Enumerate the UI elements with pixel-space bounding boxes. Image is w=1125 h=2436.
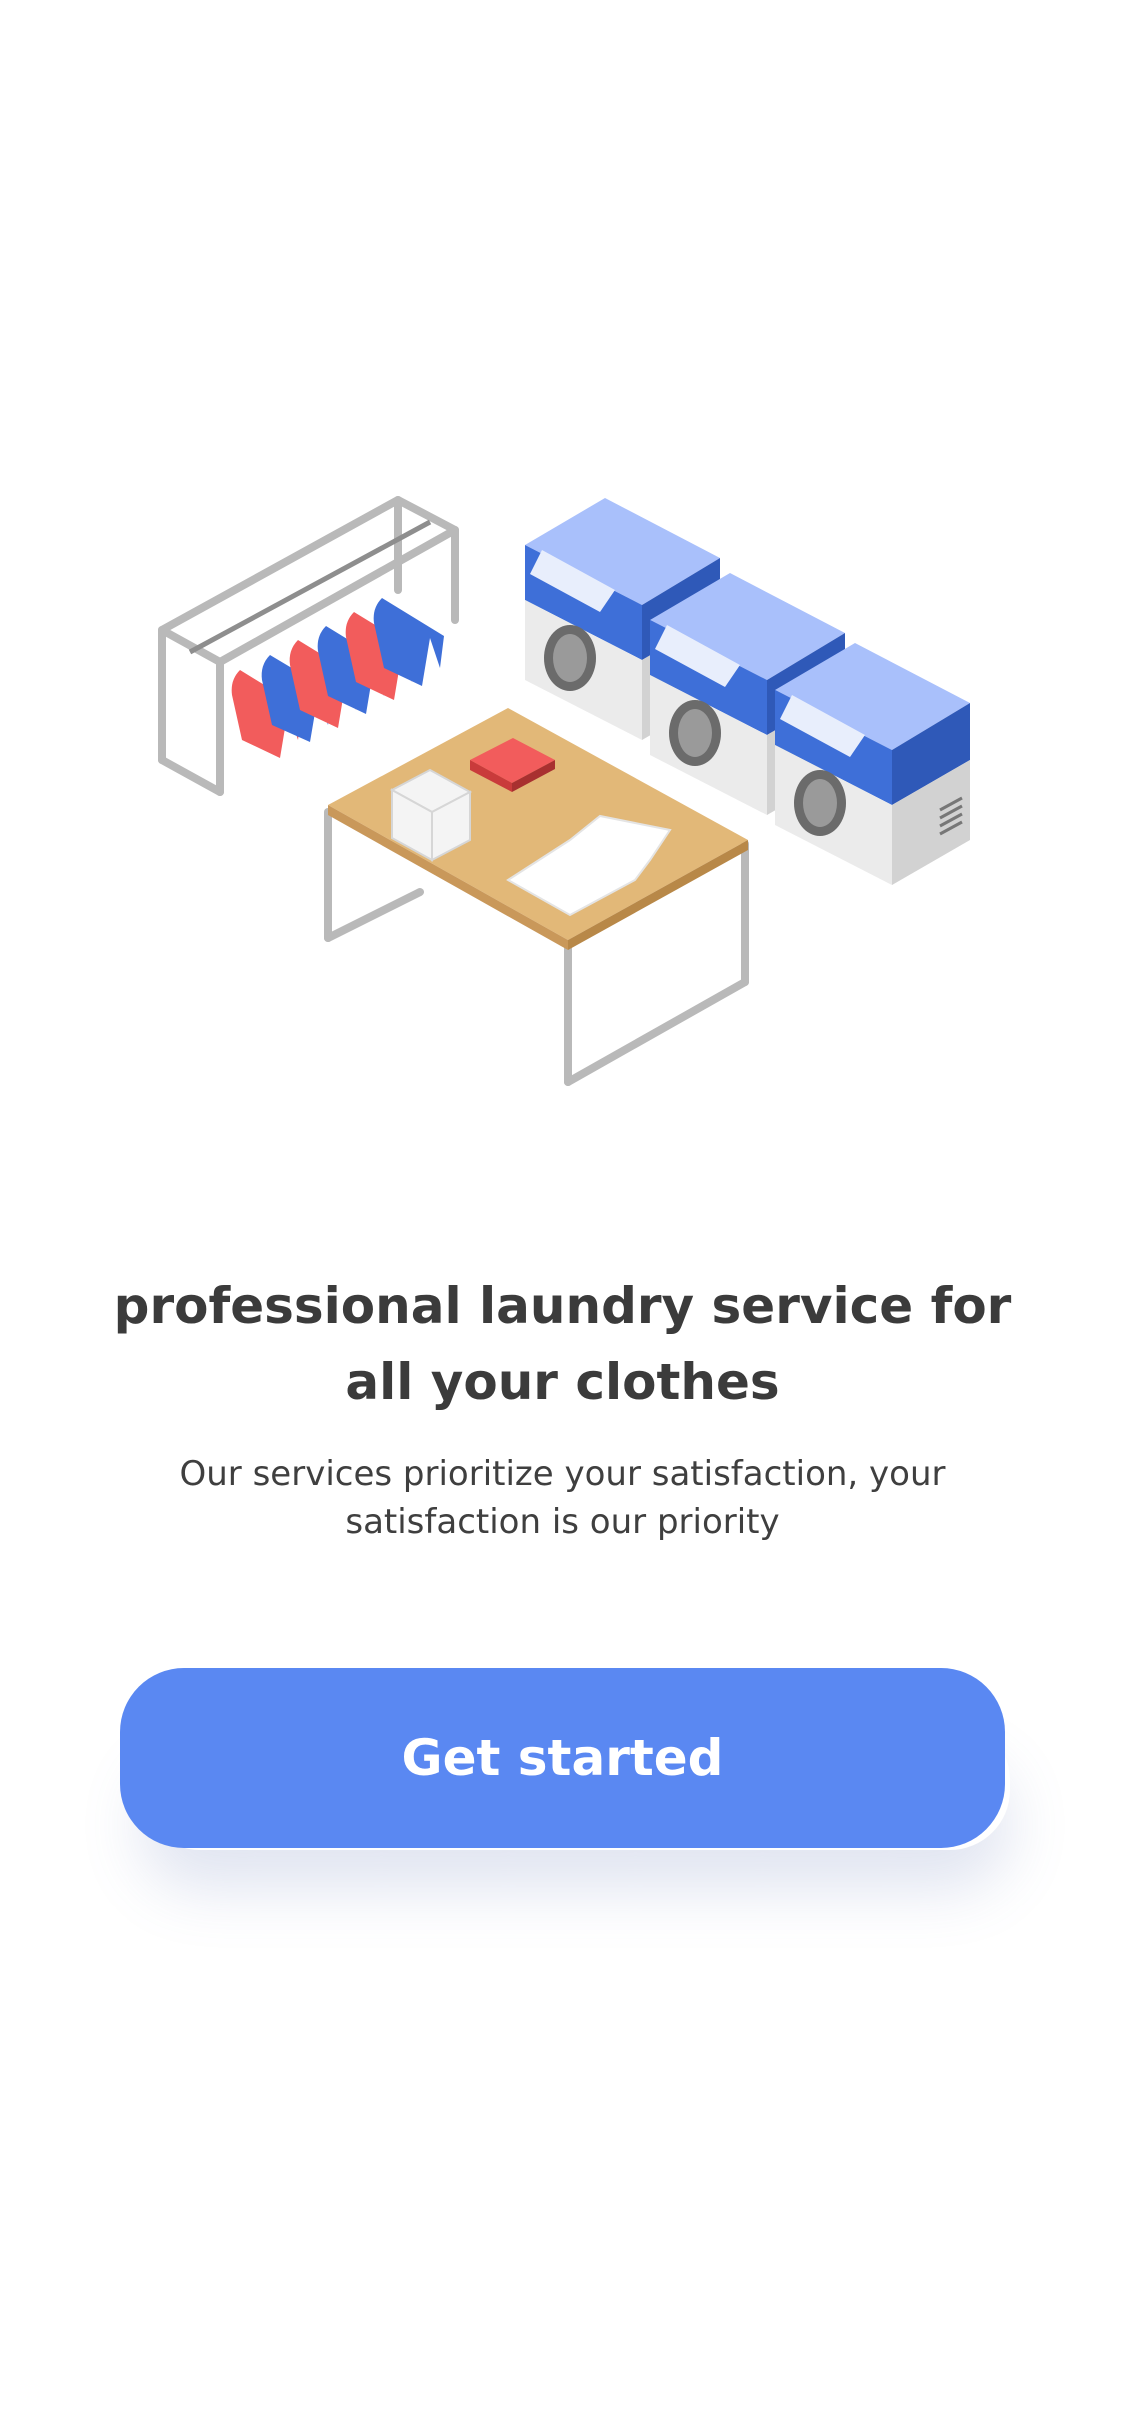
clothes-rack-icon <box>158 496 459 796</box>
get-started-button[interactable]: Get started <box>120 1668 1005 1848</box>
page-subtitle: Our services prioritize your satisfactio… <box>179 1454 946 1542</box>
page-title: professional laundry service for all you… <box>113 1277 1012 1411</box>
washing-machine-icon <box>775 643 970 885</box>
laundry-illustration <box>158 496 970 1086</box>
